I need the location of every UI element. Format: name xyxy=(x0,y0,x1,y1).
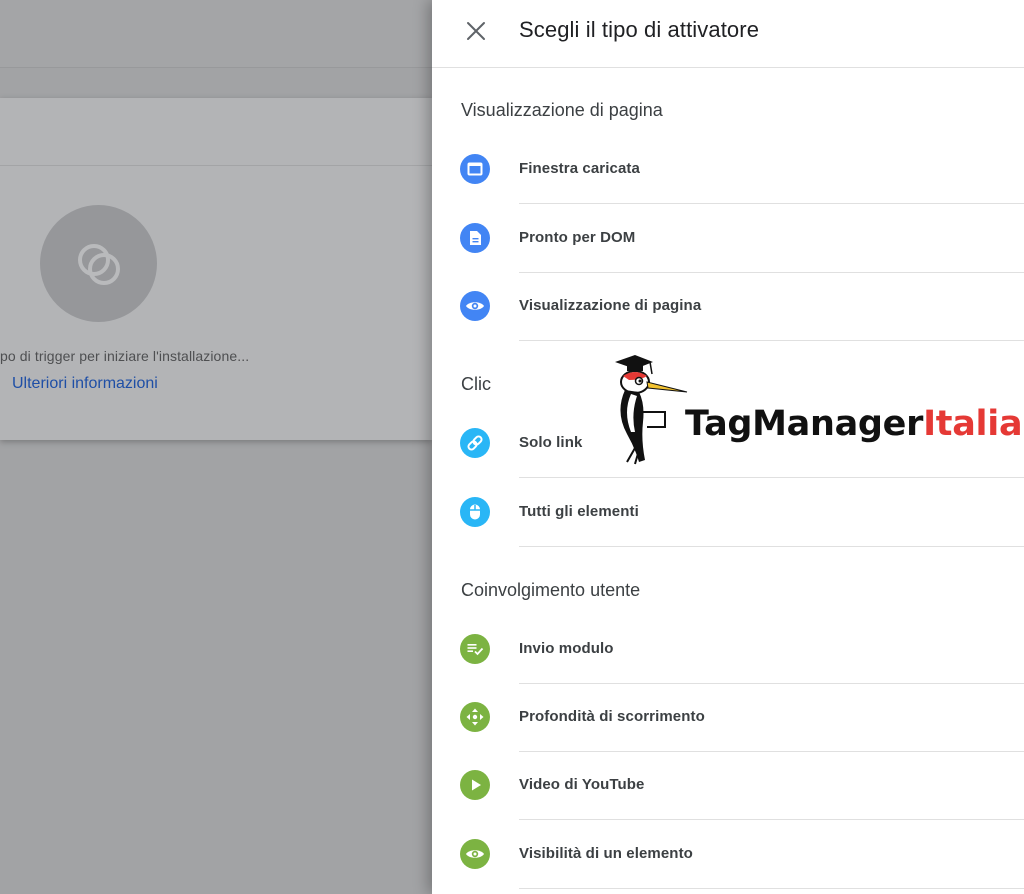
mouse-icon xyxy=(460,497,490,527)
eye-icon xyxy=(460,291,490,321)
item-divider xyxy=(519,819,1024,820)
trigger-item-label: Video di YouTube xyxy=(519,776,645,793)
trigger-placeholder-icon xyxy=(40,205,157,322)
section-title-user-engagement: Coinvolgimento utente xyxy=(461,580,641,600)
trigger-item-label: Visibilità di un elemento xyxy=(519,845,693,862)
tagmanageritalia-logo: TagManagerItalia xyxy=(605,352,1023,467)
trigger-item-youtube-video[interactable]: Video di YouTube xyxy=(432,752,1024,820)
logo-wordmark: TagManagerItalia xyxy=(685,404,1023,444)
trigger-item-label: Profondità di scorrimento xyxy=(519,708,705,725)
trigger-item-label: Invio modulo xyxy=(519,640,614,657)
logo-text-italia: Italia xyxy=(923,404,1023,444)
background-card-header xyxy=(0,98,432,166)
item-divider xyxy=(519,477,1024,478)
link-icon xyxy=(460,428,490,458)
section-title-page-view: Visualizzazione di pagina xyxy=(461,100,663,120)
eye-icon xyxy=(460,839,490,869)
trigger-item-page-view[interactable]: Visualizzazione di pagina xyxy=(432,273,1024,341)
trigger-item-all-elements[interactable]: Tutti gli elementi xyxy=(432,479,1024,547)
trigger-item-scroll-depth[interactable]: Profondità di scorrimento xyxy=(432,684,1024,752)
trigger-item-label: Tutti gli elementi xyxy=(519,503,639,520)
play-icon xyxy=(460,770,490,800)
item-divider xyxy=(519,888,1024,889)
panel-header: Scegli il tipo di attivatore xyxy=(432,0,1024,68)
trigger-item-label: Solo link xyxy=(519,434,583,451)
trigger-item-label: Finestra caricata xyxy=(519,160,640,177)
item-divider xyxy=(519,546,1024,547)
item-divider xyxy=(519,203,1024,204)
trigger-item-element-visibility[interactable]: Visibilità di un elemento xyxy=(432,821,1024,889)
background-card: po di trigger per iniziare l'installazio… xyxy=(0,98,432,440)
woodpecker-mascot-icon xyxy=(615,355,688,465)
form-check-icon xyxy=(460,634,490,664)
background-topbar xyxy=(0,0,432,68)
background-hint-text: po di trigger per iniziare l'installazio… xyxy=(0,348,250,364)
close-icon xyxy=(467,22,485,40)
section-title-click: Clic xyxy=(461,374,491,394)
document-icon xyxy=(460,223,490,253)
trigger-item-window-loaded[interactable]: Finestra caricata xyxy=(432,136,1024,204)
trigger-item-form-submission[interactable]: Invio modulo xyxy=(432,616,1024,684)
trigger-item-label: Visualizzazione di pagina xyxy=(519,297,702,314)
close-button[interactable] xyxy=(462,17,490,45)
panel-title: Scegli il tipo di attivatore xyxy=(519,17,760,42)
window-icon xyxy=(460,154,490,184)
learn-more-link[interactable]: Ulteriori informazioni xyxy=(12,375,158,393)
item-divider xyxy=(519,340,1024,341)
logo-text-tagmanager: TagManager xyxy=(685,404,924,444)
trigger-item-label: Pronto per DOM xyxy=(519,229,636,246)
trigger-item-dom-ready[interactable]: Pronto per DOM xyxy=(432,205,1024,273)
background-page: po di trigger per iniziare l'installazio… xyxy=(0,0,432,894)
scroll-arrows-icon xyxy=(460,702,490,732)
